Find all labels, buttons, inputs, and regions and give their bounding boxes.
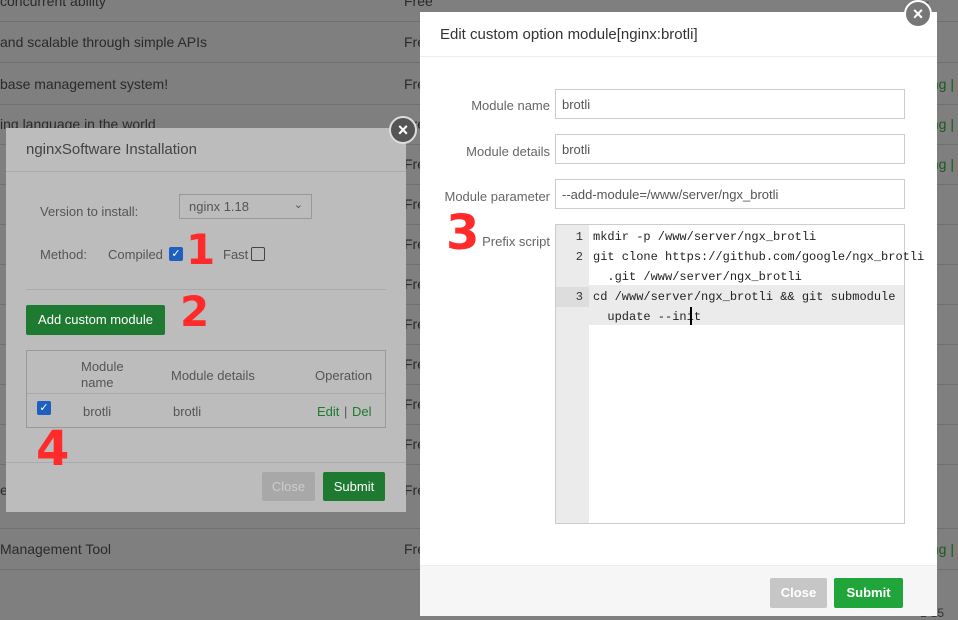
fast-checkbox[interactable] — [251, 247, 265, 261]
version-select[interactable]: nginx 1.18 ⌄ — [179, 194, 312, 219]
code-line: git clone https://github.com/google/ngx_… — [593, 250, 925, 284]
code-line: mkdir -p /www/server/ngx_brotli — [593, 230, 817, 244]
compiled-label: Compiled — [108, 247, 163, 262]
edit-dialog-title: Edit custom option module[nginx:brotli] — [420, 12, 937, 57]
prefix-script-label: Prefix script — [482, 234, 550, 249]
close-button[interactable]: Close — [262, 472, 315, 501]
version-label: Version to install: — [40, 204, 139, 219]
row-description: Management Tool — [0, 541, 112, 557]
prefix-script-editor[interactable]: 1 mkdir -p /www/server/ngx_brotli 2 git … — [555, 224, 924, 524]
edit-module-dialog: Edit custom option module[nginx:brotli] … — [420, 12, 937, 616]
line-gutter — [556, 225, 589, 523]
row-module-name: brotli — [83, 404, 112, 419]
code-line: cd /www/server/ngx_brotli && git submodu… — [593, 290, 896, 324]
text-cursor — [690, 307, 692, 325]
header-module-details: Module details — [171, 368, 255, 383]
annotation-3: 3 — [446, 205, 480, 261]
header-module-name: Module name — [81, 359, 124, 390]
edit-link[interactable]: Edit — [317, 404, 339, 419]
row-description: concurrent ability — [0, 0, 106, 9]
module-details-label: Module details — [466, 144, 550, 159]
row-description: base management system! — [0, 76, 169, 92]
install-dialog-close-icon[interactable]: × — [389, 116, 417, 144]
module-parameter-label: Module parameter — [444, 189, 551, 204]
row-checkbox[interactable]: ✓ — [37, 401, 51, 415]
edit-dialog-close-icon[interactable]: × — [904, 0, 932, 28]
chevron-down-icon: ⌄ — [293, 199, 303, 211]
annotation-2: 2 — [180, 287, 210, 336]
del-link[interactable]: Del — [352, 404, 372, 419]
table-row: ✓ brotli brotli Edit | Del — [27, 394, 385, 427]
row-module-details: brotli — [173, 404, 202, 419]
line-number: 1 — [575, 230, 583, 244]
method-label: Method: — [40, 247, 87, 262]
header-operation: Operation — [315, 368, 373, 383]
module-details-input[interactable]: brotli — [555, 134, 905, 164]
compiled-checkbox[interactable]: ✓ — [169, 247, 183, 261]
submit-button[interactable]: Submit — [323, 472, 385, 501]
close-button[interactable]: Close — [770, 578, 827, 608]
add-custom-module-button[interactable]: Add custom module — [26, 305, 165, 335]
module-name-label: Module name — [471, 98, 550, 113]
module-table: Module name Module details Operation ✓ b… — [26, 350, 386, 428]
version-value: nginx 1.18 — [189, 199, 249, 214]
row-description: and scalable through simple APIs — [0, 34, 208, 50]
link-separator: | — [344, 404, 348, 419]
annotation-1: 1 — [186, 225, 216, 274]
fast-label: Fast — [223, 247, 249, 262]
submit-button[interactable]: Submit — [834, 578, 903, 608]
row-price: Free — [404, 0, 433, 9]
line-number: 2 — [575, 250, 583, 264]
line-number: 3 — [556, 287, 589, 307]
install-dialog-title: nginxSoftware Installation — [6, 128, 406, 172]
module-parameter-input[interactable]: --add-module=/www/server/ngx_brotli — [555, 179, 905, 209]
annotation-4: 4 — [36, 421, 70, 477]
module-name-input[interactable]: brotli — [555, 89, 905, 119]
edit-dialog-footer: Close Submit — [420, 565, 937, 616]
